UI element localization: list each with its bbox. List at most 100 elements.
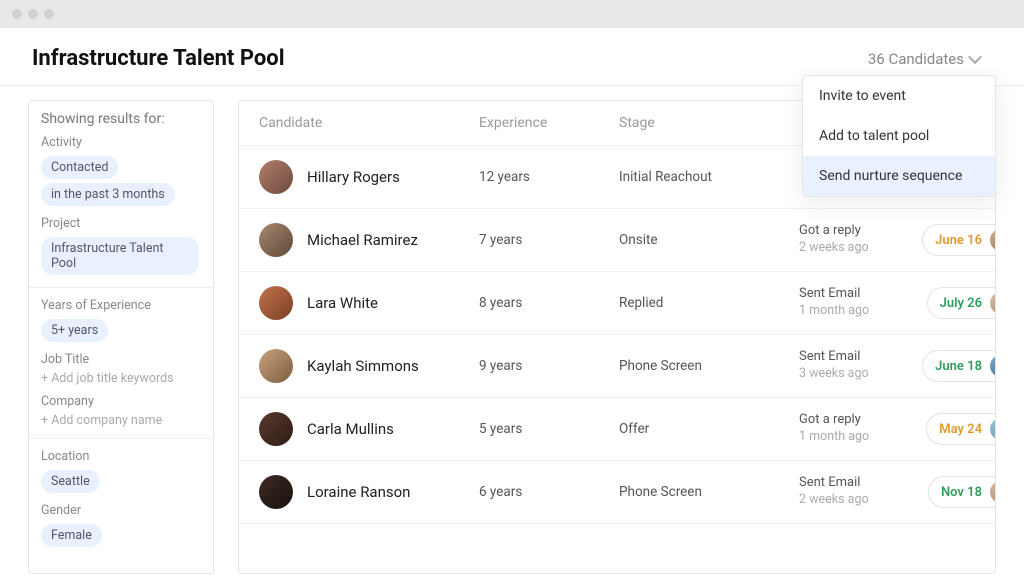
date-cell: June 16 <box>919 224 996 256</box>
chevron-down-icon <box>968 49 982 63</box>
activity-time: 3 weeks ago <box>799 366 919 382</box>
avatar <box>259 349 293 383</box>
experience-cell: 12 years <box>479 169 619 185</box>
table-row[interactable]: Lara White 8 yearsRepliedSent Email1 mont… <box>239 272 995 335</box>
date-cell: July 26 <box>919 287 996 319</box>
filter-jobtitle-label: Job Title <box>41 352 201 367</box>
filter-pill-gender[interactable]: Female <box>41 524 102 547</box>
candidate-count-label: 36 Candidates <box>868 50 964 68</box>
filter-pill-yoe[interactable]: 5+ years <box>41 319 108 342</box>
activity-status: Sent Email <box>799 286 919 303</box>
filter-pill-location[interactable]: Seattle <box>41 470 100 493</box>
experience-cell: 6 years <box>479 484 619 500</box>
add-company-link[interactable]: + Add company name <box>41 413 201 428</box>
table-row[interactable]: Loraine Ranson 6 yearsPhone ScreenSent Em… <box>239 461 995 524</box>
stage-cell: Phone Screen <box>619 484 799 500</box>
candidate-cell: Kaylah Simmons <box>259 349 479 383</box>
date-label: June 16 <box>935 233 982 248</box>
date-cell: May 24 <box>919 413 996 445</box>
filter-activity-label: Activity <box>41 135 201 150</box>
assignee-avatar <box>990 481 996 503</box>
avatar <box>259 286 293 320</box>
date-cell: Nov 18 <box>919 476 996 508</box>
date-chip[interactable]: June 16 <box>922 224 996 256</box>
table-row[interactable]: Michael Ramirez 7 yearsOnsiteGot a reply2… <box>239 209 995 272</box>
candidate-name: Hillary Rogers <box>307 168 400 186</box>
col-stage: Stage <box>619 115 799 131</box>
activity-cell: Sent Email3 weeks ago <box>799 349 919 382</box>
assignee-avatar <box>990 292 996 314</box>
add-jobtitle-link[interactable]: + Add job title keywords <box>41 371 201 386</box>
activity-status: Got a reply <box>799 412 919 429</box>
avatar <box>259 160 293 194</box>
candidate-cell: Carla Mullins <box>259 412 479 446</box>
stage-cell: Onsite <box>619 232 799 248</box>
assignee-avatar <box>990 229 996 251</box>
candidate-name: Carla Mullins <box>307 420 394 438</box>
assignee-avatar <box>990 355 996 377</box>
filter-pill-contacted[interactable]: Contacted <box>41 156 118 179</box>
col-experience: Experience <box>479 115 619 131</box>
activity-cell: Got a reply2 weeks ago <box>799 223 919 256</box>
experience-cell: 8 years <box>479 295 619 311</box>
filter-pill-timeframe[interactable]: in the past 3 months <box>41 183 175 206</box>
filter-yoe-label: Years of Experience <box>41 298 201 313</box>
avatar <box>259 412 293 446</box>
date-chip[interactable]: Nov 18 <box>928 476 996 508</box>
date-label: July 26 <box>940 296 982 311</box>
traffic-light-min[interactable] <box>28 9 38 19</box>
page-title: Infrastructure Talent Pool <box>32 46 285 71</box>
filter-pill-project[interactable]: Infrastructure Talent Pool <box>41 237 199 275</box>
filter-project-label: Project <box>41 216 201 231</box>
date-label: May 24 <box>939 422 982 437</box>
experience-cell: 7 years <box>479 232 619 248</box>
activity-cell: Got a reply1 month ago <box>799 412 919 445</box>
activity-cell: Sent Email1 month ago <box>799 286 919 319</box>
dropdown-send-nurture[interactable]: Send nurture sequence <box>803 156 995 196</box>
traffic-light-close[interactable] <box>12 9 22 19</box>
avatar <box>259 223 293 257</box>
filter-company-label: Company <box>41 394 201 409</box>
col-candidate: Candidate <box>259 115 479 131</box>
assignee-avatar <box>990 418 996 440</box>
candidate-name: Kaylah Simmons <box>307 357 419 375</box>
stage-cell: Initial Reachout <box>619 169 799 185</box>
activity-status: Sent Email <box>799 475 919 492</box>
dropdown-invite-event[interactable]: Invite to event <box>803 76 995 116</box>
filter-location-label: Location <box>41 449 201 464</box>
sidebar-showing-label: Showing results for: <box>41 111 201 127</box>
activity-status: Sent Email <box>799 349 919 366</box>
filters-sidebar: Showing results for: Activity Contacted … <box>28 100 214 574</box>
date-chip[interactable]: July 26 <box>927 287 996 319</box>
avatar <box>259 475 293 509</box>
traffic-light-max[interactable] <box>44 9 54 19</box>
experience-cell: 9 years <box>479 358 619 374</box>
date-label: Nov 18 <box>941 485 982 500</box>
experience-cell: 5 years <box>479 421 619 437</box>
stage-cell: Replied <box>619 295 799 311</box>
candidate-cell: Michael Ramirez <box>259 223 479 257</box>
activity-time: 1 month ago <box>799 429 919 445</box>
date-cell: June 18 <box>919 350 996 382</box>
date-chip[interactable]: June 18 <box>922 350 996 382</box>
dropdown-add-pool[interactable]: Add to talent pool <box>803 116 995 156</box>
activity-time: 2 weeks ago <box>799 492 919 508</box>
candidate-cell: Hillary Rogers <box>259 160 479 194</box>
table-row[interactable]: Kaylah Simmons9 yearsPhone ScreenSent Em… <box>239 335 995 398</box>
candidate-cell: Loraine Ranson <box>259 475 479 509</box>
candidate-cell: Lara White <box>259 286 479 320</box>
activity-time: 1 month ago <box>799 303 919 319</box>
activity-cell: Sent Email2 weeks ago <box>799 475 919 508</box>
window-titlebar <box>0 0 1024 28</box>
candidate-name: Loraine Ranson <box>307 483 410 501</box>
table-row[interactable]: Carla Mullins 5 yearsOfferGot a reply1 mo… <box>239 398 995 461</box>
date-chip[interactable]: May 24 <box>926 413 996 445</box>
filter-gender-label: Gender <box>41 503 201 518</box>
date-label: June 18 <box>935 359 982 374</box>
activity-time: 2 weeks ago <box>799 240 919 256</box>
stage-cell: Offer <box>619 421 799 437</box>
candidate-count-dropdown[interactable]: 36 Candidates <box>868 50 992 68</box>
candidate-name: Lara White <box>307 294 378 312</box>
actions-dropdown-menu: Invite to event Add to talent pool Send … <box>802 75 996 197</box>
candidate-name: Michael Ramirez <box>307 231 418 249</box>
